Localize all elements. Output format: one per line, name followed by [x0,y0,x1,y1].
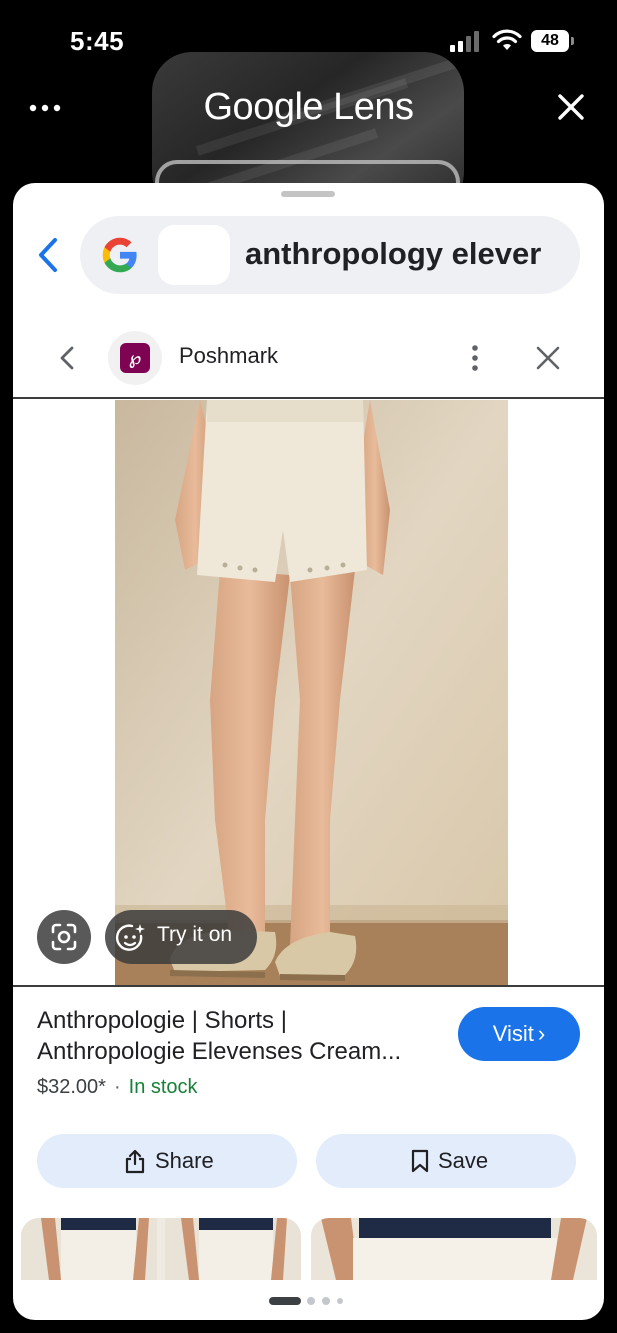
related-image[interactable] [311,1218,597,1280]
price-row: $32.00* · In stock [37,1076,198,1099]
sheet-drag-handle[interactable] [281,191,335,197]
chevron-left-icon[interactable] [55,343,79,373]
visit-button[interactable]: Visit › [458,1007,580,1061]
cellular-signal-icon [450,31,479,52]
product-title[interactable]: Anthropologie | Shorts | Anthropologie E… [37,1005,437,1067]
try-it-on-label: Try it on [157,923,233,946]
page-title: Google Lens [203,86,415,128]
save-label: Save [438,1148,489,1173]
divider [13,397,604,399]
related-image-graphic [21,1218,301,1280]
vertical-dots-icon[interactable] [468,343,482,373]
product-image[interactable] [115,400,508,986]
try-it-on-button[interactable]: Try it on [105,910,257,964]
divider [13,985,604,987]
related-images-strip [13,1218,604,1280]
close-icon[interactable] [535,345,561,371]
sparkle-face-icon [115,924,145,951]
price-separator: · [113,1076,121,1098]
back-arrow-icon[interactable] [31,235,65,275]
page-indicator [269,1297,343,1305]
search-bar[interactable]: anthropology elever [80,216,580,294]
chevron-right-icon: › [537,1021,546,1046]
save-button[interactable]: Save [316,1134,576,1188]
source-name[interactable]: Poshmark [179,343,278,369]
share-label: Share [155,1148,214,1173]
product-title-line1: Anthropologie | Shorts | [37,1007,287,1034]
battery-indicator: 48 [531,30,569,52]
close-icon[interactable] [556,92,586,122]
result-sheet: anthropology elever ℘ Poshmark Try it on… [13,183,604,1320]
search-query[interactable]: anthropology elever [245,236,555,272]
poshmark-logo-icon: ℘ [120,343,150,373]
share-icon [125,1149,145,1174]
share-button[interactable]: Share [37,1134,297,1188]
source-avatar: ℘ [108,331,162,385]
product-price: $32.00* [37,1076,106,1098]
related-image-graphic [311,1218,597,1280]
lens-icon [51,923,77,951]
availability-status: In stock [128,1076,198,1098]
battery-tip [571,37,574,45]
product-title-line2: Anthropologie Elevenses Cream... [37,1038,402,1065]
lens-search-button[interactable] [37,910,91,964]
bookmark-icon [411,1149,429,1173]
google-logo-icon [102,237,137,273]
related-image[interactable] [21,1218,301,1280]
status-time: 5:45 [70,26,125,56]
query-image-thumbnail[interactable] [158,225,230,285]
visit-label: Visit [492,1021,534,1046]
more-dots-icon[interactable] [28,98,62,118]
wifi-icon [492,29,522,50]
